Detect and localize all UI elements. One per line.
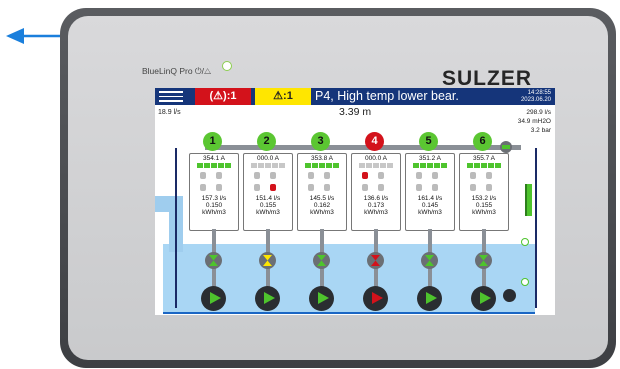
pump-icon[interactable] bbox=[201, 286, 226, 311]
pump-icon[interactable] bbox=[417, 286, 442, 311]
pump-card[interactable]: 353.8 A 145.5 l/s 0.162 kWh/m3 bbox=[297, 153, 347, 231]
pump-status-icons bbox=[460, 168, 508, 194]
pump-energy: 0.173 bbox=[367, 202, 385, 209]
pump-number[interactable]: 1 bbox=[203, 132, 222, 151]
float-switch-icon bbox=[521, 238, 529, 246]
pump-number[interactable]: 3 bbox=[311, 132, 330, 151]
menu-icon[interactable] bbox=[159, 91, 183, 102]
pump-energy: 0.145 bbox=[421, 202, 439, 209]
pump-flow: 161.4 l/s bbox=[417, 195, 443, 202]
brand-label: BlueLinQ Pro ⏻/△ bbox=[142, 66, 212, 76]
pump-status-icons bbox=[298, 168, 346, 194]
pump-card[interactable]: 355.7 A 153.2 l/s 0.155 kWh/m3 bbox=[459, 153, 509, 231]
alarm-count-red[interactable]: (⚠):1 bbox=[195, 88, 251, 105]
pump-card[interactable]: 000.0 A 151.4 l/s 0.155 kWh/m3 bbox=[243, 153, 293, 231]
discharge-header-pipe bbox=[205, 145, 495, 150]
pump-energy: 0.150 bbox=[205, 202, 223, 209]
float-switch-icon bbox=[521, 278, 529, 286]
pump-energy-unit: kWh/m3 bbox=[310, 209, 334, 216]
pump-status-icons bbox=[244, 168, 292, 194]
pump-energy-unit: kWh/m3 bbox=[256, 209, 280, 216]
pump-flow: 145.5 l/s bbox=[309, 195, 335, 202]
device-front-panel: BlueLinQ Pro ⏻/△ SULZER (⚠):1 ⚠:1 P4, Hi… bbox=[68, 16, 608, 360]
pump-flow: 153.2 l/s bbox=[471, 195, 497, 202]
hmi-screen[interactable]: (⚠):1 ⚠:1 P4, High temp lower bear. 14:2… bbox=[155, 88, 555, 315]
pump-energy: 0.155 bbox=[259, 202, 277, 209]
pump-number[interactable]: 2 bbox=[257, 132, 276, 151]
pump-energy-unit: kWh/m3 bbox=[202, 209, 226, 216]
pump-energy: 0.162 bbox=[313, 202, 331, 209]
pump-energy-unit: kWh/m3 bbox=[364, 209, 388, 216]
pump-card[interactable]: 354.1 A 157.3 l/s 0.150 kWh/m3 bbox=[189, 153, 239, 231]
pump-energy-unit: kWh/m3 bbox=[472, 209, 496, 216]
datetime: 14:28:55 2023.06.20 bbox=[520, 90, 551, 103]
pump-current: 354.1 A bbox=[202, 155, 226, 162]
pump-number[interactable]: 6 bbox=[473, 132, 492, 151]
pump-energy: 0.155 bbox=[475, 202, 493, 209]
pump-flow: 151.4 l/s bbox=[255, 195, 281, 202]
pump-current: 000.0 A bbox=[364, 155, 388, 162]
check-valve-icon[interactable] bbox=[475, 252, 492, 269]
pump-icon[interactable] bbox=[471, 286, 496, 311]
pump-icon[interactable] bbox=[363, 286, 388, 311]
pump-number[interactable]: 4 bbox=[365, 132, 384, 151]
check-valve-icon[interactable] bbox=[259, 252, 276, 269]
check-valve-icon[interactable] bbox=[205, 252, 222, 269]
pump-status-icons bbox=[406, 168, 454, 194]
status-led-icon bbox=[222, 61, 232, 71]
outflow-stats: 298.9 l/s 34.9 mH2O 3.2 bar bbox=[517, 109, 551, 134]
level-gauge bbox=[525, 184, 532, 216]
pump-icon[interactable] bbox=[255, 286, 280, 311]
pump-current: 355.7 A bbox=[472, 155, 496, 162]
pump-number[interactable]: 5 bbox=[419, 132, 438, 151]
pump-current: 000.0 A bbox=[256, 155, 280, 162]
inflow-value: 18.9 l/s bbox=[158, 109, 181, 116]
warning-count-yellow[interactable]: ⚠:1 bbox=[255, 88, 311, 105]
well-wall-left bbox=[175, 148, 177, 308]
check-valve-icon[interactable] bbox=[367, 252, 384, 269]
pump-status-icons bbox=[190, 168, 238, 194]
pump-card[interactable]: 351.2 A 161.4 l/s 0.145 kWh/m3 bbox=[405, 153, 455, 231]
pump-flow: 157.3 l/s bbox=[201, 195, 227, 202]
mixer-icon[interactable] bbox=[503, 289, 516, 302]
pump-status-icons bbox=[352, 168, 400, 194]
pump-card[interactable]: 000.0 A 136.6 l/s 0.173 kWh/m3 bbox=[351, 153, 401, 231]
outlet-valve-icon[interactable] bbox=[500, 141, 512, 153]
pump-current: 353.8 A bbox=[310, 155, 334, 162]
level-value: 3.39 m bbox=[339, 106, 372, 118]
alarm-message[interactable]: P4, High temp lower bear. bbox=[315, 88, 459, 105]
check-valve-icon[interactable] bbox=[421, 252, 438, 269]
check-valve-icon[interactable] bbox=[313, 252, 330, 269]
controller-device: BlueLinQ Pro ⏻/△ SULZER (⚠):1 ⚠:1 P4, Hi… bbox=[60, 8, 616, 368]
pump-energy-unit: kWh/m3 bbox=[418, 209, 442, 216]
alarm-bar: (⚠):1 ⚠:1 P4, High temp lower bear. 14:2… bbox=[155, 88, 555, 105]
well-wall-right bbox=[535, 148, 537, 308]
pump-flow: 136.6 l/s bbox=[363, 195, 389, 202]
pump-current: 351.2 A bbox=[418, 155, 442, 162]
pump-icon[interactable] bbox=[309, 286, 334, 311]
